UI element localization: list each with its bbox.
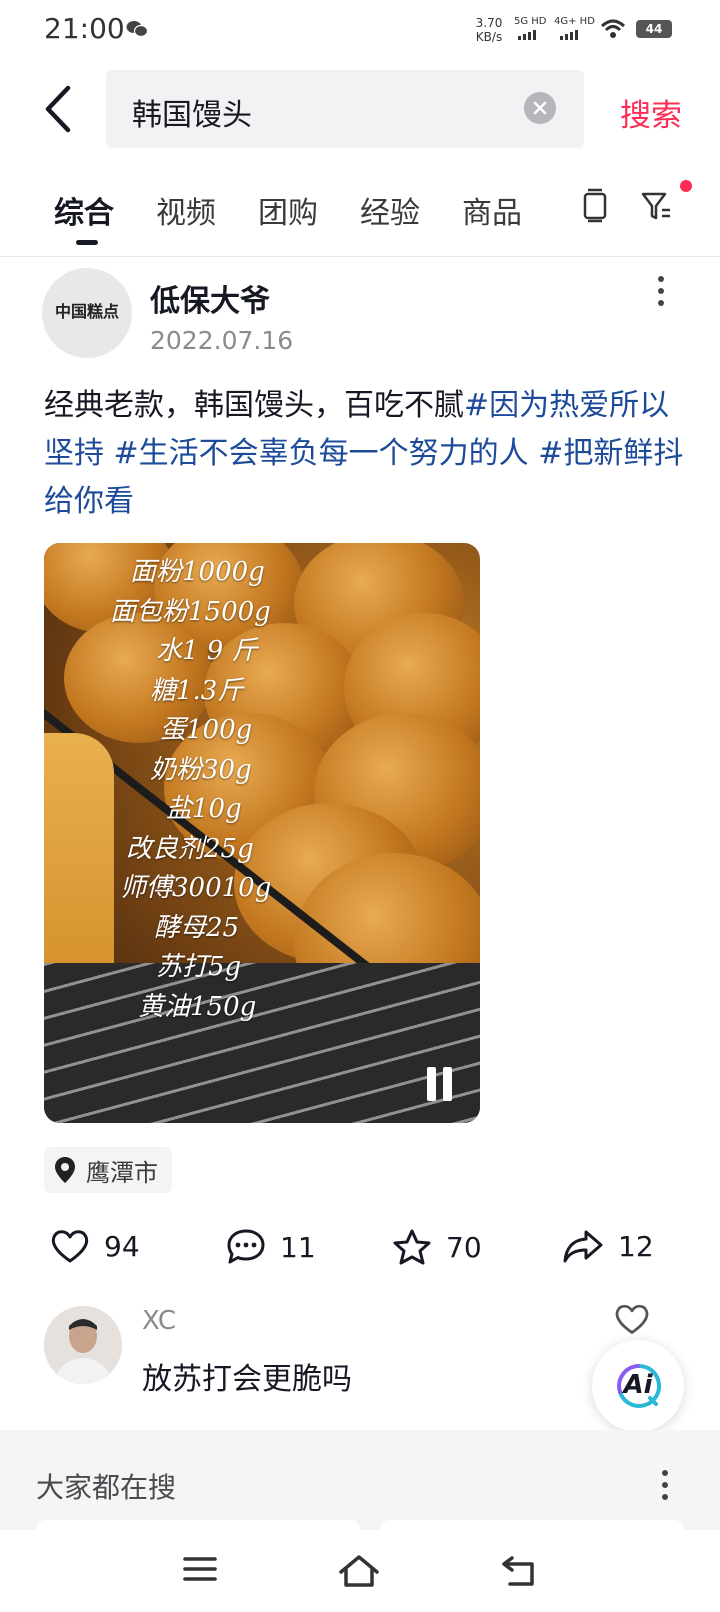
ai-assistant-button[interactable]: Ai: [592, 1340, 684, 1432]
share-icon: [563, 1230, 603, 1263]
search-query[interactable]: 韩国馒头: [132, 90, 252, 134]
more-options-icon[interactable]: [656, 276, 666, 310]
author-name[interactable]: 低保大爷: [150, 276, 270, 320]
post-date: 2022.07.16: [150, 326, 294, 355]
network-speed: 3.70 KB/s: [475, 16, 503, 44]
post-actions: 94 11 70 12: [0, 1228, 720, 1288]
wifi-icon: [600, 19, 626, 38]
recipe-line: 面包粉1500g: [110, 596, 271, 627]
status-time: 21:00: [44, 12, 125, 45]
recipe-line: 酵母25: [154, 912, 240, 943]
history-icon[interactable]: [580, 186, 610, 224]
share-button[interactable]: 12: [562, 1228, 654, 1264]
tab-all[interactable]: 综合: [54, 188, 114, 232]
recipe-line: 蛋100g: [160, 715, 253, 745]
pause-icon[interactable]: [424, 1067, 456, 1103]
comment-text: 放苏打会更脆吗: [142, 1362, 352, 1397]
recipe-line: 水1 9 斤: [156, 636, 258, 666]
status-bar: 21:00 3.70 KB/s 5G HD 4G+ HD 44: [0, 0, 720, 60]
battery-indicator: 44: [636, 20, 672, 38]
recipe-line: 面粉1000g: [130, 557, 265, 587]
favorite-count: 70: [446, 1230, 482, 1264]
popular-searches-section: 大家都在搜: [0, 1430, 720, 1550]
active-tab-indicator: [76, 240, 98, 245]
recipe-line: 糖1.3斤: [150, 675, 244, 706]
search-tabs: 综合 视频 团购 经验 商品: [0, 176, 720, 257]
comment-button[interactable]: 11: [226, 1228, 316, 1266]
recipe-line: 黄油150g: [138, 991, 257, 1022]
caption-text: 经典老款，韩国馒头，百吃不腻: [44, 388, 464, 423]
comment-icon: [227, 1229, 265, 1264]
signal-4g-icon: [560, 30, 578, 40]
comment-heart-icon[interactable]: [614, 1302, 650, 1336]
signal-5g-icon: [518, 30, 536, 40]
author-avatar[interactable]: 中国糕点: [42, 268, 132, 358]
network-4g-label: 4G+ HD: [554, 16, 595, 27]
recipe-line: 师傅30010g: [120, 873, 272, 903]
section-title: 大家都在搜: [36, 1471, 177, 1504]
recipe-line: 奶粉30g: [150, 754, 252, 785]
video-player[interactable]: 面粉1000g 面包粉1500g 水1 9 斤 糖1.3斤 蛋100g 奶粉30…: [44, 543, 480, 1123]
like-button[interactable]: 94: [50, 1228, 140, 1264]
back-icon[interactable]: [500, 1554, 538, 1588]
location-tag[interactable]: 鹰潭市: [44, 1147, 172, 1193]
recipe-overlay: 面粉1000g 面包粉1500g 水1 9 斤 糖1.3斤 蛋100g 奶粉30…: [110, 553, 271, 1027]
like-count: 94: [104, 1229, 140, 1263]
person-silhouette-icon: [44, 1306, 122, 1384]
ai-button-label: Ai: [623, 1370, 653, 1400]
tab-video[interactable]: 视频: [156, 188, 216, 232]
commenter-name[interactable]: XC: [142, 1306, 176, 1336]
comment-count: 11: [280, 1230, 316, 1264]
star-icon: [393, 1229, 431, 1265]
tab-experience[interactable]: 经验: [360, 188, 420, 232]
home-icon[interactable]: [338, 1554, 380, 1588]
commenter-avatar[interactable]: [44, 1306, 122, 1384]
filter-icon[interactable]: [640, 186, 674, 224]
recipe-line: 盐10g: [166, 794, 242, 824]
favorite-button[interactable]: 70: [392, 1228, 482, 1266]
post-caption: 经典老款，韩国馒头，百吃不腻#因为热爱所以坚持 #生活不会辜负每一个努力的人 #…: [44, 382, 684, 526]
clear-icon[interactable]: [524, 92, 556, 124]
search-input[interactable]: 韩国馒头: [106, 70, 584, 148]
tab-group-buy[interactable]: 团购: [258, 188, 318, 232]
system-nav-bar: [0, 1532, 720, 1612]
heart-icon: [51, 1230, 89, 1263]
avatar-logo-text: 中国糕点: [54, 302, 119, 321]
search-button[interactable]: 搜索: [620, 90, 682, 135]
hashtag-link[interactable]: #生活不会辜负每一个努力的人: [104, 436, 529, 471]
location-name: 鹰潭市: [86, 1158, 158, 1187]
recipe-line: 改良剂25g: [126, 833, 254, 864]
network-5g-label: 5G HD: [514, 16, 547, 27]
recipe-line: 苏打5g: [156, 952, 242, 982]
wechat-icon: [126, 21, 148, 38]
menu-icon[interactable]: [182, 1554, 218, 1584]
filter-badge-dot: [680, 180, 692, 192]
section-more-icon[interactable]: [660, 1470, 670, 1504]
location-pin-icon: [55, 1157, 75, 1183]
back-chevron-icon[interactable]: [40, 84, 80, 134]
tab-products[interactable]: 商品: [462, 188, 522, 232]
share-count: 12: [618, 1229, 654, 1263]
